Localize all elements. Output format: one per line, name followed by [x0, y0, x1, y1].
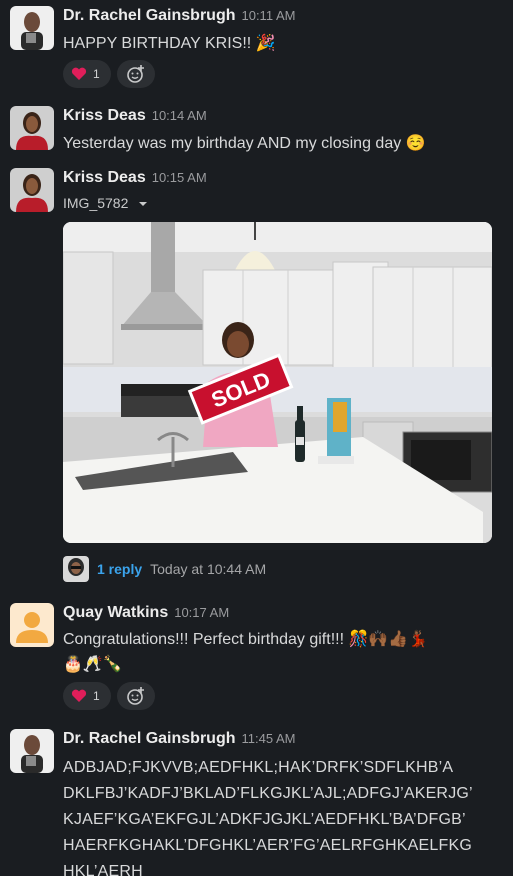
author-name[interactable]: Kriss Deas — [63, 169, 146, 186]
message-timestamp[interactable]: 10:14 AM — [152, 108, 207, 123]
message-text: ADBJAD;FJKVVB;AEDFHKL;HAK’DRFK’SDFLKHB’A… — [63, 755, 503, 876]
add-reaction-button[interactable] — [117, 60, 155, 88]
message-line: HAERFKGHAKL’DFGHKL’AER’FG’AELRFGHKAELFKG — [63, 837, 472, 854]
avatar-kriss[interactable] — [10, 106, 54, 150]
reaction-count: 1 — [93, 689, 100, 703]
reply-avatar — [63, 556, 89, 582]
message-text-emojis: 🎂🥂🍾 — [63, 656, 123, 673]
message-timestamp[interactable]: 10:17 AM — [174, 605, 229, 620]
author-name[interactable]: Dr. Rachel Gainsbrugh — [63, 7, 235, 24]
message-text: Yesterday was my birthday AND my closing… — [63, 135, 426, 152]
reply-count-link[interactable]: 1 reply — [97, 561, 142, 577]
reaction-count: 1 — [93, 67, 100, 81]
message-text: Congratulations!!! Perfect birthday gift… — [63, 631, 429, 648]
message-timestamp[interactable]: 10:15 AM — [152, 170, 207, 185]
image-attachment[interactable]: SOLD — [63, 222, 492, 543]
message-line: DKLFBJ’KADFJ’BKLAD’FLKGJKL’AJL;ADFGJ’AKE… — [63, 785, 473, 802]
message-timestamp[interactable]: 10:11 AM — [241, 8, 295, 23]
heart-icon — [71, 689, 87, 702]
author-name[interactable]: Quay Watkins — [63, 604, 168, 621]
thread-summary[interactable]: 1 reply Today at 10:44 AM — [63, 554, 266, 584]
avatar-rachel[interactable] — [10, 6, 54, 50]
heart-icon — [71, 67, 87, 80]
avatar-quay[interactable] — [10, 603, 54, 647]
message-text: HAPPY BIRTHDAY KRIS!! 🎉 — [63, 35, 276, 52]
message-line: HKL’AERH — [63, 863, 143, 876]
reaction-heart[interactable]: 1 — [63, 60, 111, 88]
file-name-toggle[interactable]: IMG_5782 — [63, 195, 148, 211]
avatar-rachel[interactable] — [10, 729, 54, 773]
author-name[interactable]: Kriss Deas — [63, 107, 146, 124]
message-timestamp[interactable]: 11:45 AM — [241, 731, 295, 746]
message-line: ADBJAD;FJKVVB;AEDFHKL;HAK’DRFK’SDFLKHB’A — [63, 759, 454, 776]
file-name: IMG_5782 — [63, 195, 129, 211]
reaction-heart[interactable]: 1 — [63, 682, 111, 710]
add-reaction-button[interactable] — [117, 682, 155, 710]
last-reply-time: Today at 10:44 AM — [150, 561, 267, 577]
avatar-kriss[interactable] — [10, 168, 54, 212]
add-reaction-icon — [127, 687, 144, 705]
author-name[interactable]: Dr. Rachel Gainsbrugh — [63, 730, 235, 747]
add-reaction-icon — [127, 65, 144, 83]
message-line: KJAEF’KGA’EKFGJL’ADKFJGJKL’AEDFHKL’BA’DF… — [63, 811, 466, 828]
caret-down-icon — [139, 202, 148, 206]
